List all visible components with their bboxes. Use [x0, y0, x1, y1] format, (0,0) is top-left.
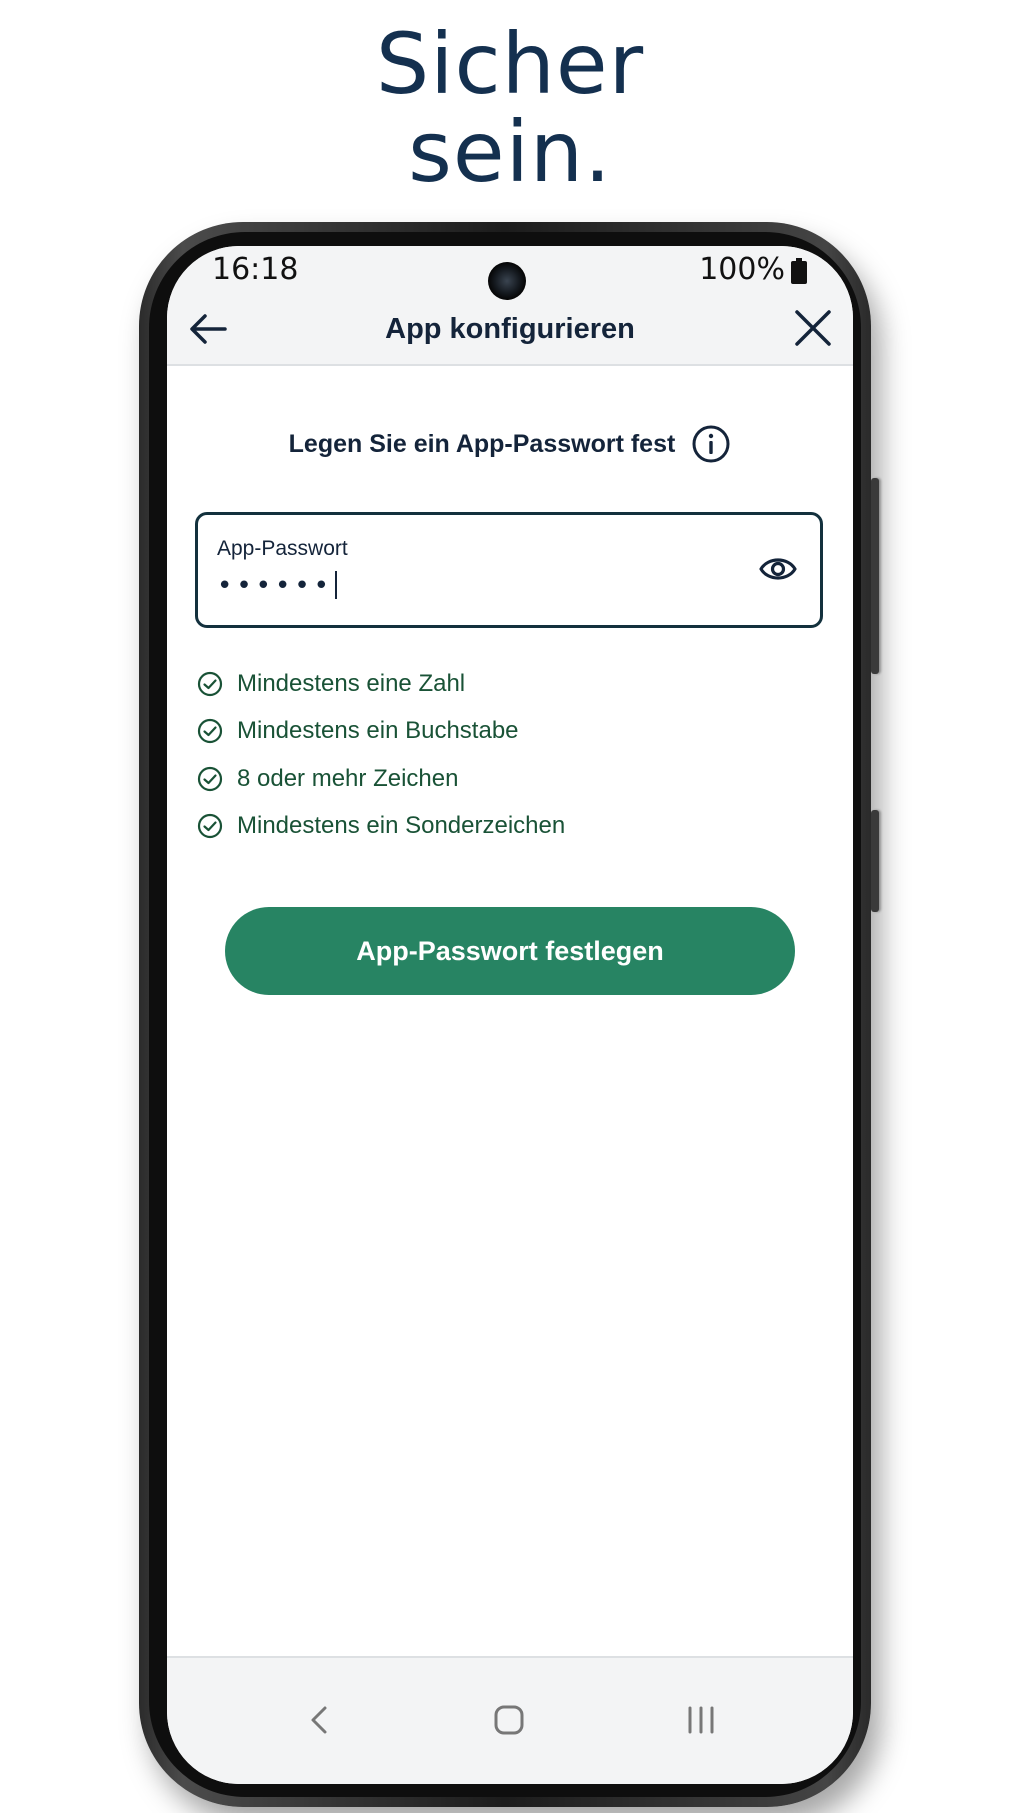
requirement-text: Mindestens eine Zahl [237, 669, 466, 697]
app-header: 16:18 100% App konfigurieren [167, 246, 853, 366]
marketing-headline: Sicher sein. [0, 20, 1020, 196]
status-battery-level: 100% [699, 252, 785, 287]
chevron-left-icon[interactable] [297, 1696, 345, 1744]
password-field-label: App-Passwort [217, 537, 348, 560]
app-bar-title: App konfigurieren [385, 313, 635, 345]
check-circle-icon [197, 719, 223, 744]
phone-screen: 16:18 100% App konfigurieren Legen Sie e… [167, 246, 853, 1784]
front-camera [488, 262, 526, 300]
password-requirements: Mindestens eine Zahl Mindestens ein Buch… [197, 660, 817, 850]
headline-line-2: sein. [408, 103, 612, 201]
phone-side-button-volume [871, 478, 879, 674]
battery-icon [791, 258, 807, 284]
requirement-text: 8 oder mehr Zeichen [237, 764, 459, 792]
password-masked-value: •••••• [217, 571, 334, 601]
phone-side-button-power [871, 810, 879, 912]
close-icon[interactable] [791, 306, 835, 350]
requirement-item: Mindestens ein Buchstabe [197, 708, 817, 756]
password-input[interactable]: •••••• [217, 571, 338, 601]
eye-icon[interactable] [758, 551, 798, 587]
system-nav-bar [167, 1656, 853, 1784]
check-circle-icon [197, 814, 223, 839]
requirement-item: 8 oder mehr Zeichen [197, 755, 817, 803]
requirement-text: Mindestens ein Sonderzeichen [237, 812, 566, 840]
headline-line-1: Sicher [375, 15, 645, 113]
recents-icon[interactable] [677, 1696, 725, 1744]
home-icon[interactable] [485, 1696, 533, 1744]
subheading-row: Legen Sie ein App-Passwort fest [167, 424, 853, 464]
subheading: Legen Sie ein App-Passwort fest [288, 429, 676, 458]
status-time: 16:18 [212, 252, 299, 287]
requirement-item: Mindestens ein Sonderzeichen [197, 803, 817, 851]
check-circle-icon [197, 671, 223, 696]
requirement-item: Mindestens eine Zahl [197, 660, 817, 708]
password-field[interactable]: App-Passwort •••••• [195, 512, 823, 628]
check-circle-icon [197, 766, 223, 791]
set-password-button[interactable]: App-Passwort festlegen [225, 907, 795, 995]
info-icon[interactable] [691, 424, 731, 464]
text-cursor [335, 571, 338, 599]
requirement-text: Mindestens ein Buchstabe [237, 717, 519, 745]
